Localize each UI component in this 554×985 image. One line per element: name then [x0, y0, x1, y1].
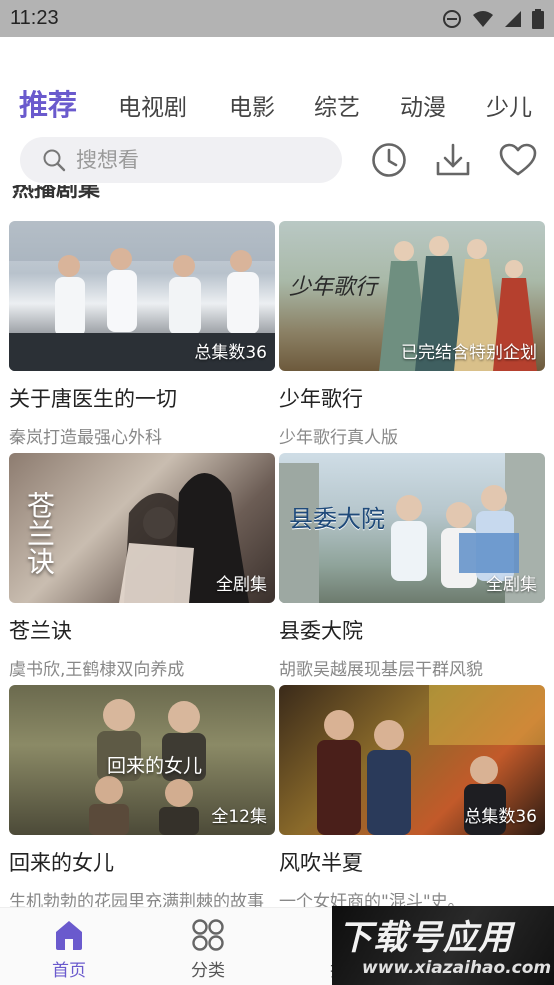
drama-card[interactable]: 回来的女儿 全12集 回来的女儿 生机勃勃的花园里充满荆棘的故事	[9, 685, 275, 912]
status-icons	[442, 8, 544, 29]
wifi-icon	[473, 10, 493, 27]
drama-card[interactable]: 苍兰诀 全剧集 苍兰诀 虞书欣,王鹤棣双向养成	[9, 453, 275, 680]
drama-card[interactable]: 县委大院 全剧集 县委大院 胡歌吴越展现基层干群风貌	[279, 453, 545, 680]
tab-recommend[interactable]: 推荐	[19, 82, 77, 124]
section-title: 热播剧集	[12, 185, 101, 199]
tab-variety[interactable]: 综艺	[314, 88, 360, 122]
episode-badge: 全剧集	[486, 575, 537, 595]
card-title[interactable]: 回来的女儿	[9, 847, 275, 877]
signal-icon	[505, 10, 521, 27]
status-bar: 11:23	[0, 0, 554, 37]
poster-image[interactable]: 总集数36	[9, 221, 275, 371]
download-icon	[436, 143, 470, 176]
card-title[interactable]: 苍兰诀	[9, 615, 275, 645]
card-subtitle: 胡歌吴越展现基层干群风貌	[279, 660, 483, 680]
watermark-logo: 下载号应用 www.xiazaihao.com	[332, 906, 554, 985]
card-subtitle: 虞书欣,王鹤棣双向养成	[9, 660, 185, 680]
episode-badge: 全12集	[211, 807, 267, 827]
section-header: 热播剧集	[12, 185, 132, 199]
poster-logo: 回来的女儿	[107, 755, 203, 777]
episode-badge: 已完结含特别企划	[401, 343, 537, 363]
heart-icon	[499, 143, 537, 176]
card-subtitle: 少年歌行真人版	[279, 428, 398, 448]
tab-tv-series[interactable]: 电视剧	[118, 88, 187, 122]
card-subtitle: 秦岚打造最强心外科	[9, 428, 162, 448]
card-title[interactable]: 县委大院	[279, 615, 545, 645]
episode-badge: 总集数36	[194, 343, 267, 363]
tab-kids[interactable]: 少儿	[486, 88, 532, 122]
category-icon	[192, 919, 224, 951]
poster-image[interactable]: 总集数36	[279, 685, 545, 835]
poster-image[interactable]: 苍兰诀 全剧集	[9, 453, 275, 603]
drama-card[interactable]: 少年歌行 已完结含特别企划 少年歌行 少年歌行真人版	[279, 221, 545, 448]
search-input[interactable]	[76, 148, 306, 172]
poster-image[interactable]: 县委大院 全剧集	[279, 453, 545, 603]
card-title[interactable]: 风吹半夏	[279, 847, 545, 877]
watermark-url: www.xiazaihao.com	[362, 958, 552, 978]
battery-icon	[532, 8, 544, 29]
favorite-button[interactable]	[499, 141, 537, 179]
search-icon	[43, 149, 66, 172]
card-title[interactable]: 少年歌行	[279, 383, 545, 413]
episode-badge: 总集数36	[464, 807, 537, 827]
nav-category-label: 分类	[191, 961, 225, 981]
poster-logo: 县委大院	[289, 505, 385, 533]
download-button[interactable]	[434, 141, 472, 179]
history-button[interactable]	[370, 141, 408, 179]
nav-home[interactable]: 首页	[29, 918, 109, 981]
card-title[interactable]: 关于唐医生的一切	[9, 383, 275, 413]
history-icon	[372, 143, 406, 177]
poster-logo: 少年歌行	[289, 275, 378, 300]
status-time: 11:23	[10, 7, 59, 29]
search-box[interactable]	[20, 137, 342, 183]
home-icon	[56, 921, 82, 950]
poster-logo: 苍兰诀	[23, 491, 56, 575]
category-tabs: 推荐 电视剧 电影 综艺 动漫 少儿	[0, 78, 554, 126]
nav-home-label: 首页	[52, 961, 86, 981]
drama-card[interactable]: 总集数36 关于唐医生的一切 秦岚打造最强心外科	[9, 221, 275, 448]
search-row	[0, 137, 554, 183]
drama-card[interactable]: 总集数36 风吹半夏 一个女奸商的"混斗"史。	[279, 685, 545, 912]
watermark-title: 下载号应用	[338, 918, 513, 958]
poster-image[interactable]: 回来的女儿 全12集	[9, 685, 275, 835]
episode-badge: 全剧集	[216, 575, 267, 595]
poster-image[interactable]: 少年歌行 已完结含特别企划	[279, 221, 545, 371]
nav-category[interactable]: 分类	[168, 918, 248, 981]
tab-anime[interactable]: 动漫	[400, 88, 446, 122]
tab-movies[interactable]: 电影	[229, 88, 275, 122]
do-not-disturb-icon	[443, 9, 461, 28]
